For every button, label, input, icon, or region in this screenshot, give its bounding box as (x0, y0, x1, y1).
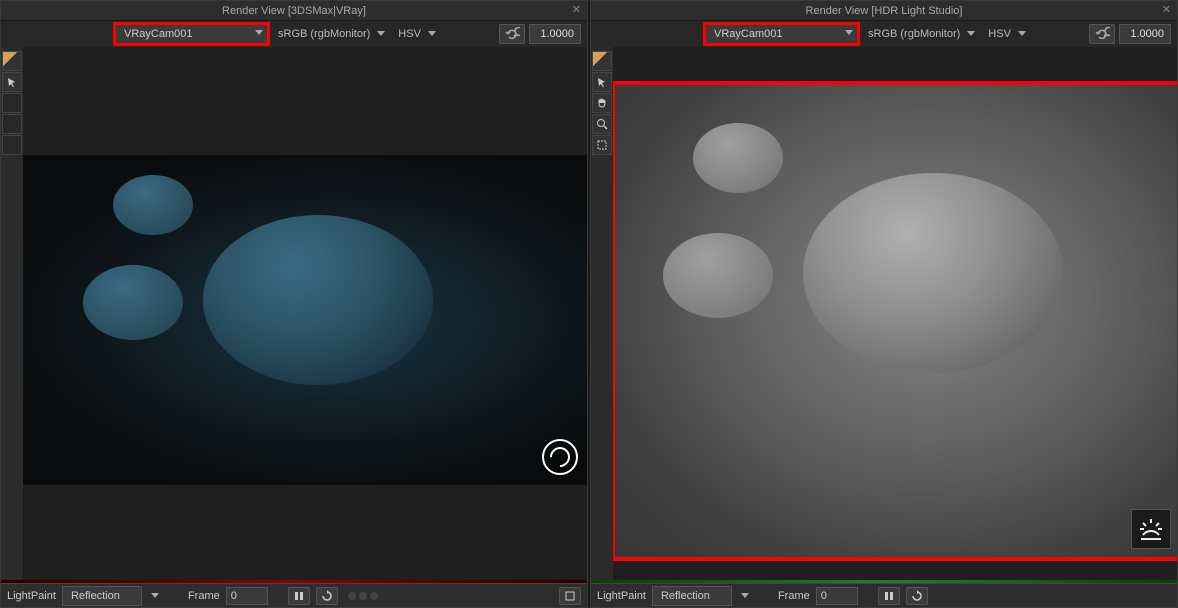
teacup (113, 175, 193, 235)
teacup (693, 123, 783, 193)
frame-field[interactable]: 0 (816, 587, 858, 605)
chevron-down-icon[interactable] (964, 30, 978, 38)
teapot (803, 173, 1063, 373)
toolbar-spacer (7, 34, 111, 35)
pause-icon (884, 591, 894, 601)
colormodel-label: HSV (988, 28, 1011, 40)
brush-tool-icon[interactable] (2, 51, 22, 71)
refresh-icon (1094, 27, 1110, 41)
hand-tool-icon[interactable] (592, 93, 612, 113)
camera-value: VRayCam001 (124, 28, 192, 40)
close-icon[interactable]: ✕ (1162, 3, 1171, 16)
tool-slot[interactable] (2, 114, 22, 134)
chevron-down-icon[interactable] (738, 592, 752, 600)
frame-field[interactable]: 0 (226, 587, 268, 605)
colormodel-label: HSV (398, 28, 421, 40)
crop-tool-icon[interactable] (592, 135, 612, 155)
frame-value: 0 (231, 590, 237, 602)
progress-bar (591, 580, 1177, 583)
colorspace-label: sRGB (rgbMonitor) (868, 28, 960, 40)
teacup (663, 233, 773, 318)
render-image (613, 83, 1177, 559)
close-icon[interactable]: ✕ (572, 3, 581, 16)
side-toolbar (591, 47, 613, 583)
refresh-icon (321, 590, 333, 602)
exposure-value: 1.0000 (540, 28, 574, 40)
toolbar-spacer (597, 34, 701, 35)
exposure-field[interactable]: 1.0000 (1119, 24, 1171, 44)
refresh-button[interactable] (499, 24, 525, 44)
vray-logo-icon (542, 439, 578, 475)
maximize-button[interactable] (559, 587, 581, 605)
chevron-down-icon (255, 29, 263, 37)
tool-slot[interactable] (2, 135, 22, 155)
top-toolbar: VRayCam001 sRGB (rgbMonitor) HSV 1.0000 (591, 21, 1177, 47)
zoom-tool-icon[interactable] (592, 114, 612, 134)
lightpaint-label: LightPaint (7, 590, 56, 602)
chevron-down-icon[interactable] (374, 30, 388, 38)
refresh-button[interactable] (316, 587, 338, 605)
lightpaint-mode-dropdown[interactable]: Reflection (652, 586, 732, 606)
teacup (83, 265, 183, 340)
brush-tool-icon[interactable] (592, 51, 612, 71)
lightpaint-mode-value: Reflection (71, 590, 120, 602)
camera-dropdown[interactable]: VRayCam001 (705, 24, 858, 44)
chevron-down-icon[interactable] (148, 592, 162, 600)
progress-bar (1, 580, 587, 583)
frame-label: Frame (188, 590, 220, 602)
tool-slot[interactable] (2, 93, 22, 113)
lightpaint-label: LightPaint (597, 590, 646, 602)
title-bar: Render View [HDR Light Studio] ✕ (591, 1, 1177, 21)
exposure-field[interactable]: 1.0000 (529, 24, 581, 44)
render-viewport[interactable] (613, 47, 1177, 583)
frame-label: Frame (778, 590, 810, 602)
pause-button[interactable] (288, 587, 310, 605)
exposure-value: 1.0000 (1130, 28, 1164, 40)
pause-icon (294, 591, 304, 601)
status-bar: LightPaint Reflection Frame 0 (1, 583, 587, 607)
render-image (23, 155, 587, 485)
lightpaint-mode-dropdown[interactable]: Reflection (62, 586, 142, 606)
arrow-tool-icon[interactable] (2, 72, 22, 92)
content-area (1, 47, 587, 583)
hdr-sun-logo-icon (1131, 509, 1171, 549)
status-bar: LightPaint Reflection Frame 0 (591, 583, 1177, 607)
chevron-down-icon[interactable] (425, 30, 439, 38)
chevron-down-icon (845, 29, 853, 37)
title-bar: Render View [3DSMax|VRay] ✕ (1, 1, 587, 21)
top-toolbar: VRayCam001 sRGB (rgbMonitor) HSV 1.0000 (1, 21, 587, 47)
maximize-icon (565, 591, 575, 601)
window-title: Render View [3DSMax|VRay] (222, 5, 366, 17)
refresh-button[interactable] (1089, 24, 1115, 44)
teapot (203, 215, 433, 385)
chevron-down-icon[interactable] (1015, 30, 1029, 38)
pause-button[interactable] (878, 587, 900, 605)
frame-value: 0 (821, 590, 827, 602)
refresh-button[interactable] (906, 587, 928, 605)
window-title: Render View [HDR Light Studio] (806, 5, 963, 17)
status-dots (348, 592, 378, 600)
camera-value: VRayCam001 (714, 28, 782, 40)
refresh-icon (911, 590, 923, 602)
camera-dropdown[interactable]: VRayCam001 (115, 24, 268, 44)
refresh-icon (504, 27, 520, 41)
side-toolbar (1, 47, 23, 583)
render-view-left-panel: Render View [3DSMax|VRay] ✕ VRayCam001 s… (0, 0, 588, 608)
colorspace-label: sRGB (rgbMonitor) (278, 28, 370, 40)
lightpaint-mode-value: Reflection (661, 590, 710, 602)
render-viewport[interactable] (23, 47, 587, 583)
arrow-tool-icon[interactable] (592, 72, 612, 92)
content-area (591, 47, 1177, 583)
render-view-right-panel: Render View [HDR Light Studio] ✕ VRayCam… (590, 0, 1178, 608)
